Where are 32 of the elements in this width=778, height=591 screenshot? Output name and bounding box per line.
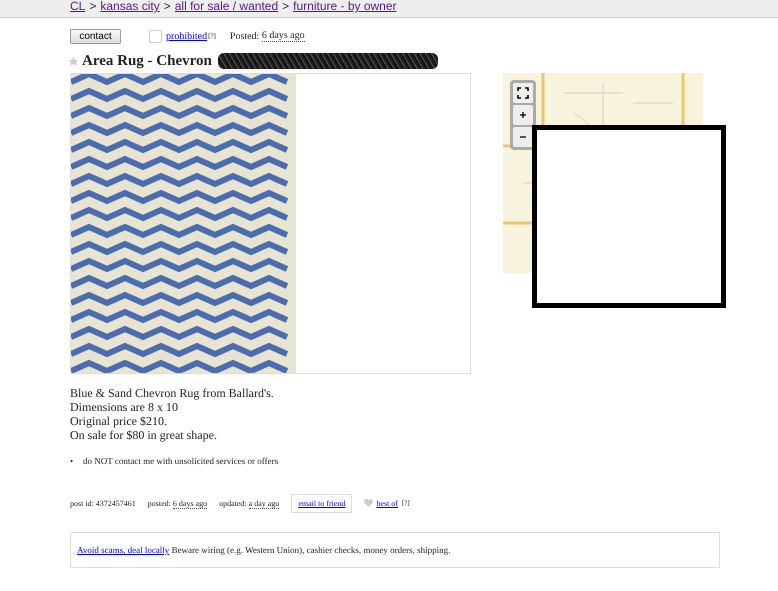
posted-time: 6 days ago [262,30,305,42]
breadcrumb-separator: > [282,0,290,13]
heart-icon[interactable] [364,499,374,507]
email-to-friend-button[interactable]: email to friend [291,494,352,512]
star-icon[interactable] [68,56,79,66]
breadcrumb-separator: > [89,0,96,13]
scam-warning-text: Avoid scams, deal locally Beware wiring (e.g. Western Union), cashier checks, money orders, shipping. [77,545,450,555]
zoom-out-button[interactable]: − [513,127,533,147]
breadcrumb-link[interactable]: all for sale / wanted [174,0,278,13]
prohibited-checkbox[interactable] [149,30,162,42]
posting-body: Blue & Sand Chevron Rug from Ballard's. Dimensions are 8 x 10 Original price $210. On sale for $80 in great shape. [70,386,275,442]
updated-label: updated: [219,498,247,508]
posted-time: 6 days ago [172,498,208,508]
prohibited-link[interactable]: prohibited [166,30,208,42]
posted-label: posted: [148,498,171,508]
bullet: • [70,455,74,467]
help-link[interactable]: [?] [208,32,216,40]
notice-item: do NOT contact me with unsolicited services or offers [83,455,278,467]
posted-label: Posted: [230,30,260,42]
breadcrumb-link[interactable]: CL [70,0,86,13]
contact-button[interactable]: contact [70,28,121,44]
posting-title: Area Rug - Chevron [82,52,212,70]
help-link[interactable]: [?] [402,499,410,507]
fullscreen-icon[interactable] [513,83,533,103]
avoid-scams-link[interactable]: Avoid scams, deal locally [77,545,170,555]
breadcrumb-separator: > [164,0,171,13]
updated-time: a day ago [248,498,280,508]
best-of-link[interactable]: best of [376,498,398,508]
breadcrumb-link[interactable]: kansas city [100,0,160,13]
zoom-in-button[interactable]: + [513,105,533,125]
post-id: post id: 4372457461 [70,498,136,508]
breadcrumb-link[interactable]: furniture - by owner [293,0,397,13]
